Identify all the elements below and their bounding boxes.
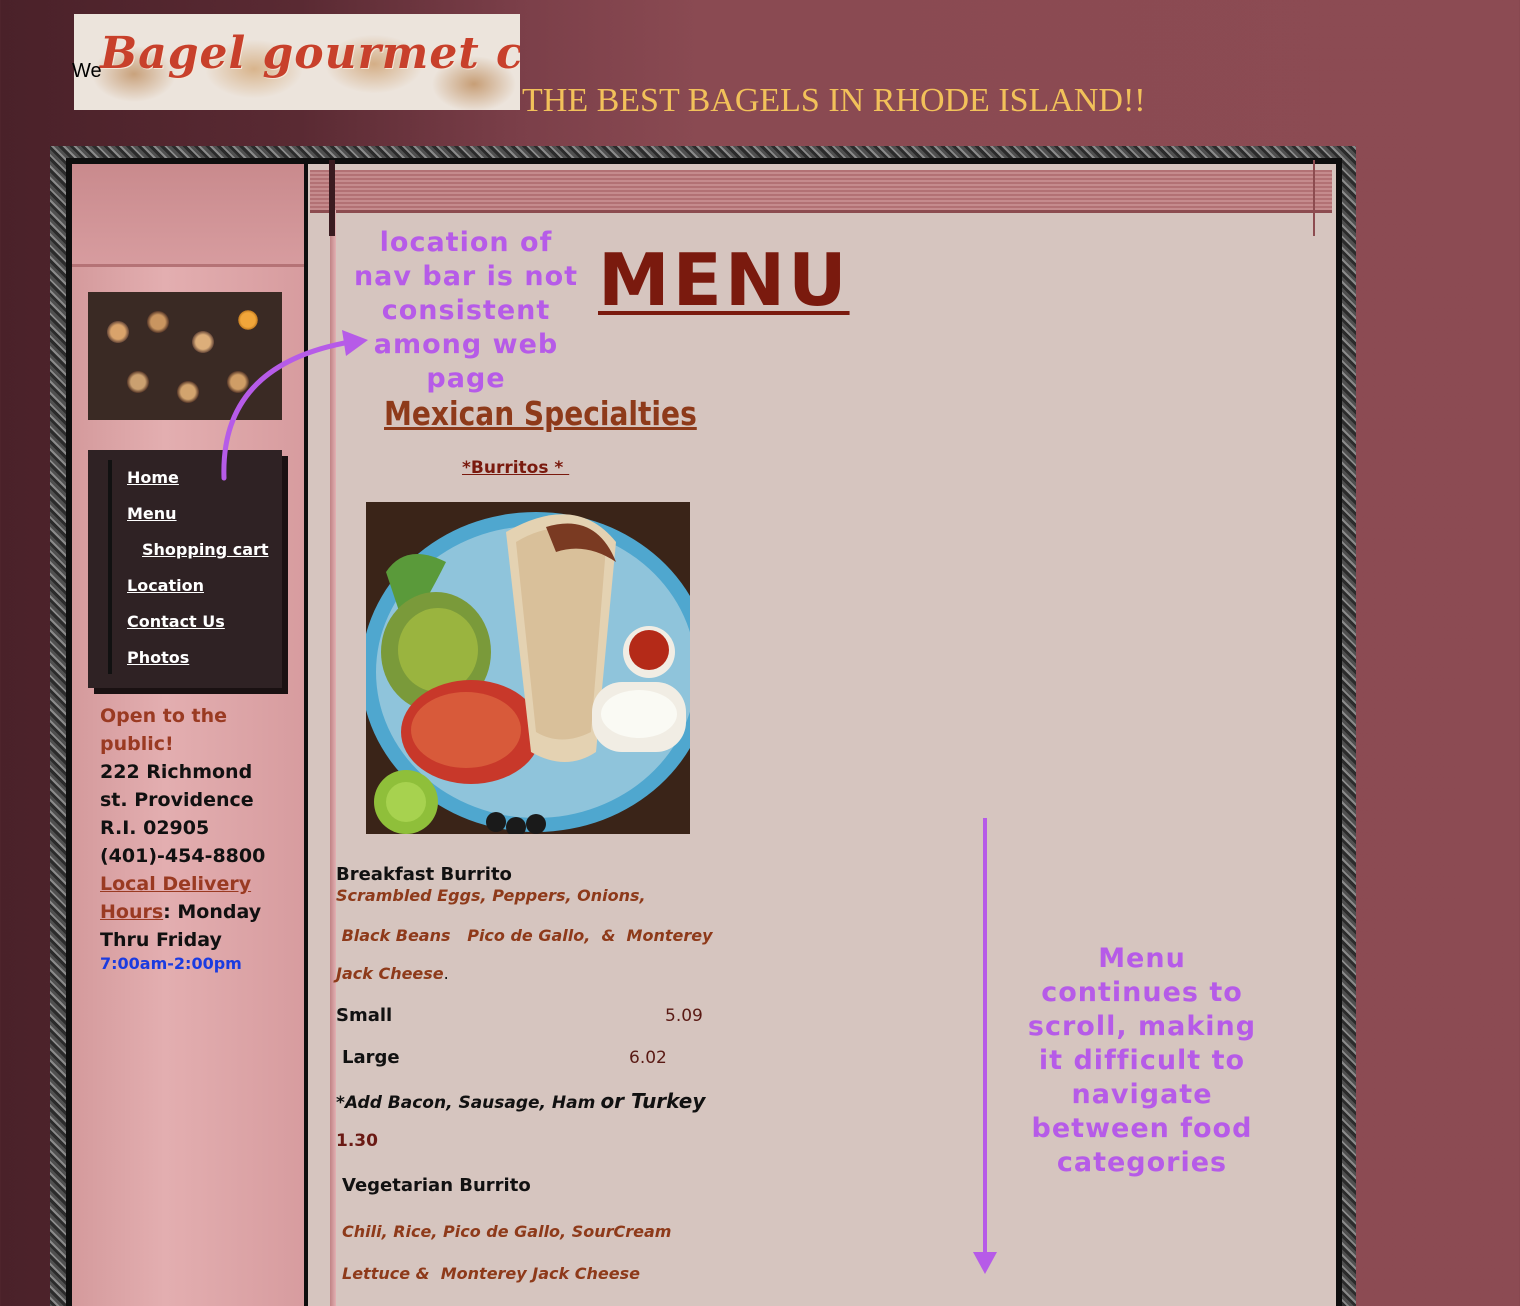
item-name-breakfast-burrito: Breakfast Burrito <box>336 864 512 885</box>
address-line-1: 222 Richmond <box>100 761 253 783</box>
section-title[interactable]: Mexican Specialties <box>384 394 697 433</box>
logo-text: Bagel gourmet cafe <box>100 28 520 79</box>
address-line-3: R.I. 02905 <box>100 817 210 839</box>
item-desc-period: . <box>443 964 449 983</box>
addon-text: *Add Bacon, Sausage, Ham <box>336 1093 596 1113</box>
nav-link-menu[interactable]: Menu <box>127 504 177 523</box>
content-left-tick <box>329 160 335 236</box>
annotation-nav-note: location of nav bar is not consistent am… <box>353 227 579 394</box>
size-small-label: Small <box>336 1005 393 1026</box>
site-tagline: THE BEST BAGELS IN RHODE ISLAND!! <box>522 82 1146 119</box>
item-desc-line: Lettuce & Monterey Jack Cheese <box>342 1264 640 1283</box>
item-desc-line: Jack Cheese <box>336 964 444 983</box>
stray-text: We <box>72 60 102 82</box>
content-right-tick <box>1313 160 1315 236</box>
address-line-2: st. Providence <box>100 789 254 811</box>
nav-link-location[interactable]: Location <box>127 576 204 595</box>
price-small: 5.09 <box>665 1006 703 1026</box>
price-large: 6.02 <box>629 1048 667 1068</box>
nav-link-home[interactable]: Home <box>127 468 179 487</box>
item-desc-line: Scrambled Eggs, Peppers, Onions, <box>336 886 646 905</box>
nav-divider <box>108 460 112 674</box>
nav-link-contact-us[interactable]: Contact Us <box>127 612 225 631</box>
store-info: Open to the public! 222 Richmond st. Pro… <box>100 702 280 954</box>
addon-or-text: or Turkey <box>600 1089 706 1113</box>
open-public-label: Open to the public! <box>100 705 228 755</box>
site-logo[interactable]: Bagel gourmet cafe <box>74 14 520 110</box>
item-desc-line: Chili, Rice, Pico de Gallo, SourCream <box>342 1222 672 1241</box>
subsection-title[interactable]: *Burritos * <box>462 458 569 478</box>
item-desc-line: Black Beans Pico de Gallo, & Monterey <box>336 926 713 945</box>
content-header-band <box>310 170 1332 213</box>
nav-link-photos[interactable]: Photos <box>127 648 189 667</box>
size-large-label: Large <box>342 1047 400 1068</box>
addon-price: 1.30 <box>336 1131 378 1151</box>
nav-link-shopping-cart[interactable]: Shopping cart <box>142 540 269 559</box>
bagel-platter-image <box>88 292 282 420</box>
phone-number: (401)-454-8800 <box>100 845 266 867</box>
store-hours: 7:00am-2:00pm <box>100 954 242 973</box>
page-title: MENU <box>598 238 850 322</box>
annotation-scroll-note: Menu continues to scroll, making it diff… <box>1027 943 1257 1178</box>
sidebar-header-band <box>72 164 304 267</box>
burrito-plate-illustration <box>366 502 690 834</box>
burrito-plate-image <box>366 502 690 834</box>
item-name-vegetarian-burrito: Vegetarian Burrito <box>342 1175 531 1196</box>
